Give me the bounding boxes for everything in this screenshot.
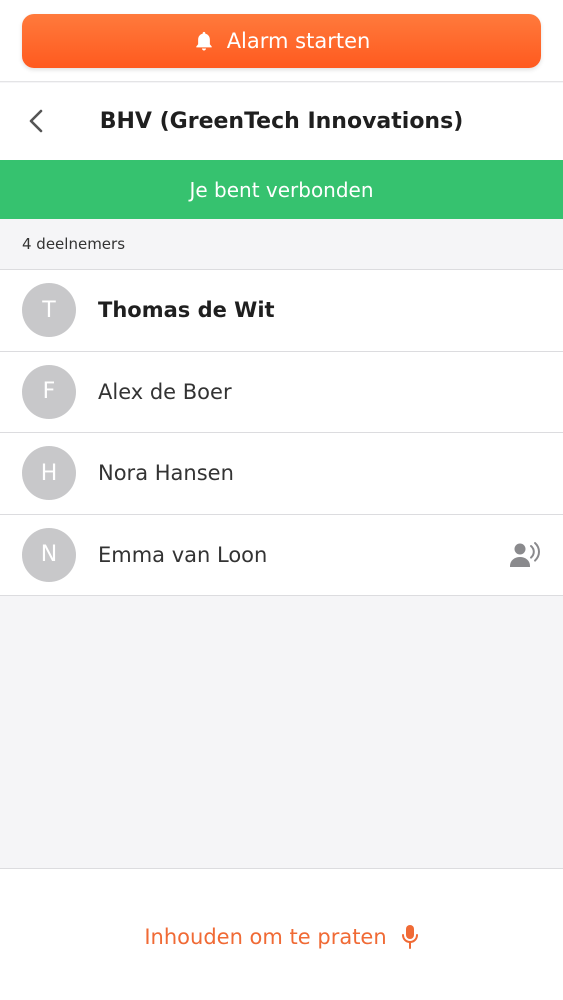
alarm-bar: Alarm starten <box>0 0 563 82</box>
avatar: H <box>22 446 76 501</box>
participant-row[interactable]: F Alex de Boer <box>0 352 563 433</box>
alarm-start-label: Alarm starten <box>226 29 371 53</box>
participant-row[interactable]: H Nora Hansen <box>0 433 563 515</box>
participant-name: Emma van Loon <box>98 542 268 567</box>
push-to-talk-label: Inhouden om te praten <box>144 925 387 949</box>
push-to-talk-bar: Inhouden om te praten <box>0 868 563 1000</box>
page-title: BHV (GreenTech Innovations) <box>99 109 464 134</box>
connection-status-banner: Je bent verbonden <box>0 160 563 219</box>
participant-name: Nora Hansen <box>98 461 234 486</box>
participant-name: Alex de Boer <box>98 379 232 404</box>
avatar: F <box>22 364 76 419</box>
bell-icon <box>195 31 212 51</box>
participant-name: Thomas de Wit <box>98 298 275 323</box>
header: BHV (GreenTech Innovations) <box>0 83 563 160</box>
participant-count: 4 deelnemers <box>0 219 563 270</box>
avatar: N <box>22 527 76 582</box>
speaking-person-icon <box>510 541 541 567</box>
microphone-icon <box>401 925 418 949</box>
push-to-talk-button[interactable]: Inhouden om te praten <box>0 913 563 961</box>
alarm-start-button[interactable]: Alarm starten <box>22 14 541 68</box>
back-button[interactable] <box>18 103 54 139</box>
participant-list: T Thomas de Wit F Alex de Boer H Nora Ha… <box>0 270 563 596</box>
participant-row[interactable]: N Emma van Loon <box>0 515 563 596</box>
participant-row[interactable]: T Thomas de Wit <box>0 270 563 352</box>
avatar: T <box>22 283 76 338</box>
page: Alarm starten BHV (GreenTech Innovations… <box>0 0 563 1000</box>
chevron-left-icon <box>29 109 43 133</box>
